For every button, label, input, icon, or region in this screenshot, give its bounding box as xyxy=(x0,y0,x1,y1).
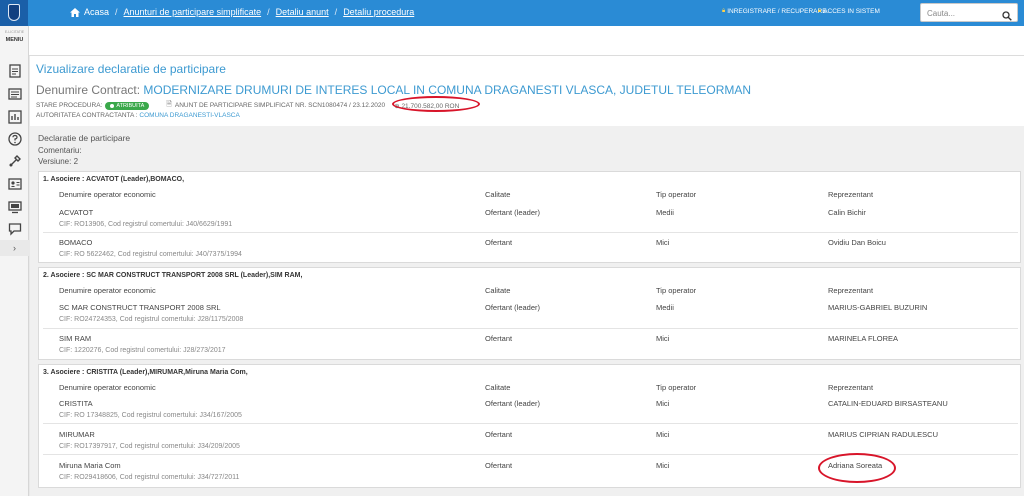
id-card-icon[interactable] xyxy=(8,177,22,191)
breadcrumb-item-notice-detail[interactable]: Detaliu anunt xyxy=(276,7,329,17)
document-icon: 🗎︎ xyxy=(166,101,172,108)
top-bar: Acasa / Anunturi de participare simplifi… xyxy=(0,0,1024,26)
red-annotation-oval xyxy=(392,96,480,112)
authority-link[interactable]: COMUNA DRAGANESTI-VLASCA xyxy=(139,112,239,119)
chat-icon[interactable] xyxy=(8,222,22,236)
clipboard-icon[interactable] xyxy=(8,64,22,78)
association-title: 1. Asociere : ACVATOT (Leader),BOMACO, xyxy=(43,176,185,183)
notice-link[interactable]: ANUNT DE PARTICIPARE SIMPLIFICAT NR. SCN… xyxy=(175,102,385,109)
contract-name: MODERNIZARE DRUMURI DE INTERES LOCAL IN … xyxy=(143,83,752,97)
association-group: 2. Asociere : SC MAR CONSTRUCT TRANSPORT… xyxy=(38,267,1021,360)
authority-row: AUTORITATEA CONTRACTANTA : COMUNA DRAGAN… xyxy=(36,112,240,119)
breadcrumb: Acasa / Anunturi de participare simplifi… xyxy=(70,7,414,17)
report-icon[interactable] xyxy=(8,110,22,124)
breadcrumb-item-procedure-detail[interactable]: Detaliu procedura xyxy=(343,7,414,17)
procedure-header: Vizualizare declaratie de participare De… xyxy=(30,56,1024,126)
breadcrumb-home[interactable]: Acasa xyxy=(84,7,109,17)
lock-icon: 🔒︎ xyxy=(818,8,822,14)
logo[interactable] xyxy=(0,0,28,26)
search-input[interactable] xyxy=(927,7,997,19)
declaration-panel: Declaratie de participare Comentariu: Ve… xyxy=(30,126,1024,496)
sidebar: E-LICITATIE MENIU › xyxy=(0,26,29,496)
association-title: 2. Asociere : SC MAR CONSTRUCT TRANSPORT… xyxy=(43,272,303,279)
association-title: 3. Asociere : CRISTITA (Leader),MIRUMAR,… xyxy=(43,369,248,376)
tools-icon[interactable] xyxy=(8,154,22,168)
shield-logo-icon xyxy=(8,4,20,21)
declaration-version: Versiune: 2 xyxy=(38,157,79,166)
search-box xyxy=(920,3,1018,22)
login-link[interactable]: 🔒︎ ACCES IN SISTEM xyxy=(818,8,880,15)
monitor-icon[interactable] xyxy=(8,200,22,214)
red-annotation-oval xyxy=(818,453,896,483)
lock-icon: 🔒︎ xyxy=(722,8,726,14)
sub-bar xyxy=(0,26,1024,56)
sidebar-expand-button[interactable]: › xyxy=(0,240,29,256)
declaration-comments: Comentariu: xyxy=(38,146,82,155)
association-group: 1. Asociere : ACVATOT (Leader),BOMACO, D… xyxy=(38,171,1021,263)
help-icon[interactable] xyxy=(8,132,22,146)
declaration-title: Declaratie de participare xyxy=(38,133,131,143)
menu-toggle[interactable]: E-LICITATIE MENIU xyxy=(0,30,29,43)
register-link[interactable]: 🔒︎ INREGISTRARE / RECUPERARE xyxy=(722,8,827,15)
status-dot-icon xyxy=(110,103,115,108)
status-badge: ATRIBUITA xyxy=(105,101,150,110)
list-icon[interactable] xyxy=(8,87,22,101)
search-icon[interactable] xyxy=(1002,8,1012,26)
contract-name-row: Denumire Contract: MODERNIZARE DRUMURI D… xyxy=(36,83,752,97)
breadcrumb-item-announcements[interactable]: Anunturi de participare simplificate xyxy=(124,7,262,17)
page-title: Vizualizare declaratie de participare xyxy=(36,62,226,76)
home-icon[interactable] xyxy=(70,7,80,17)
